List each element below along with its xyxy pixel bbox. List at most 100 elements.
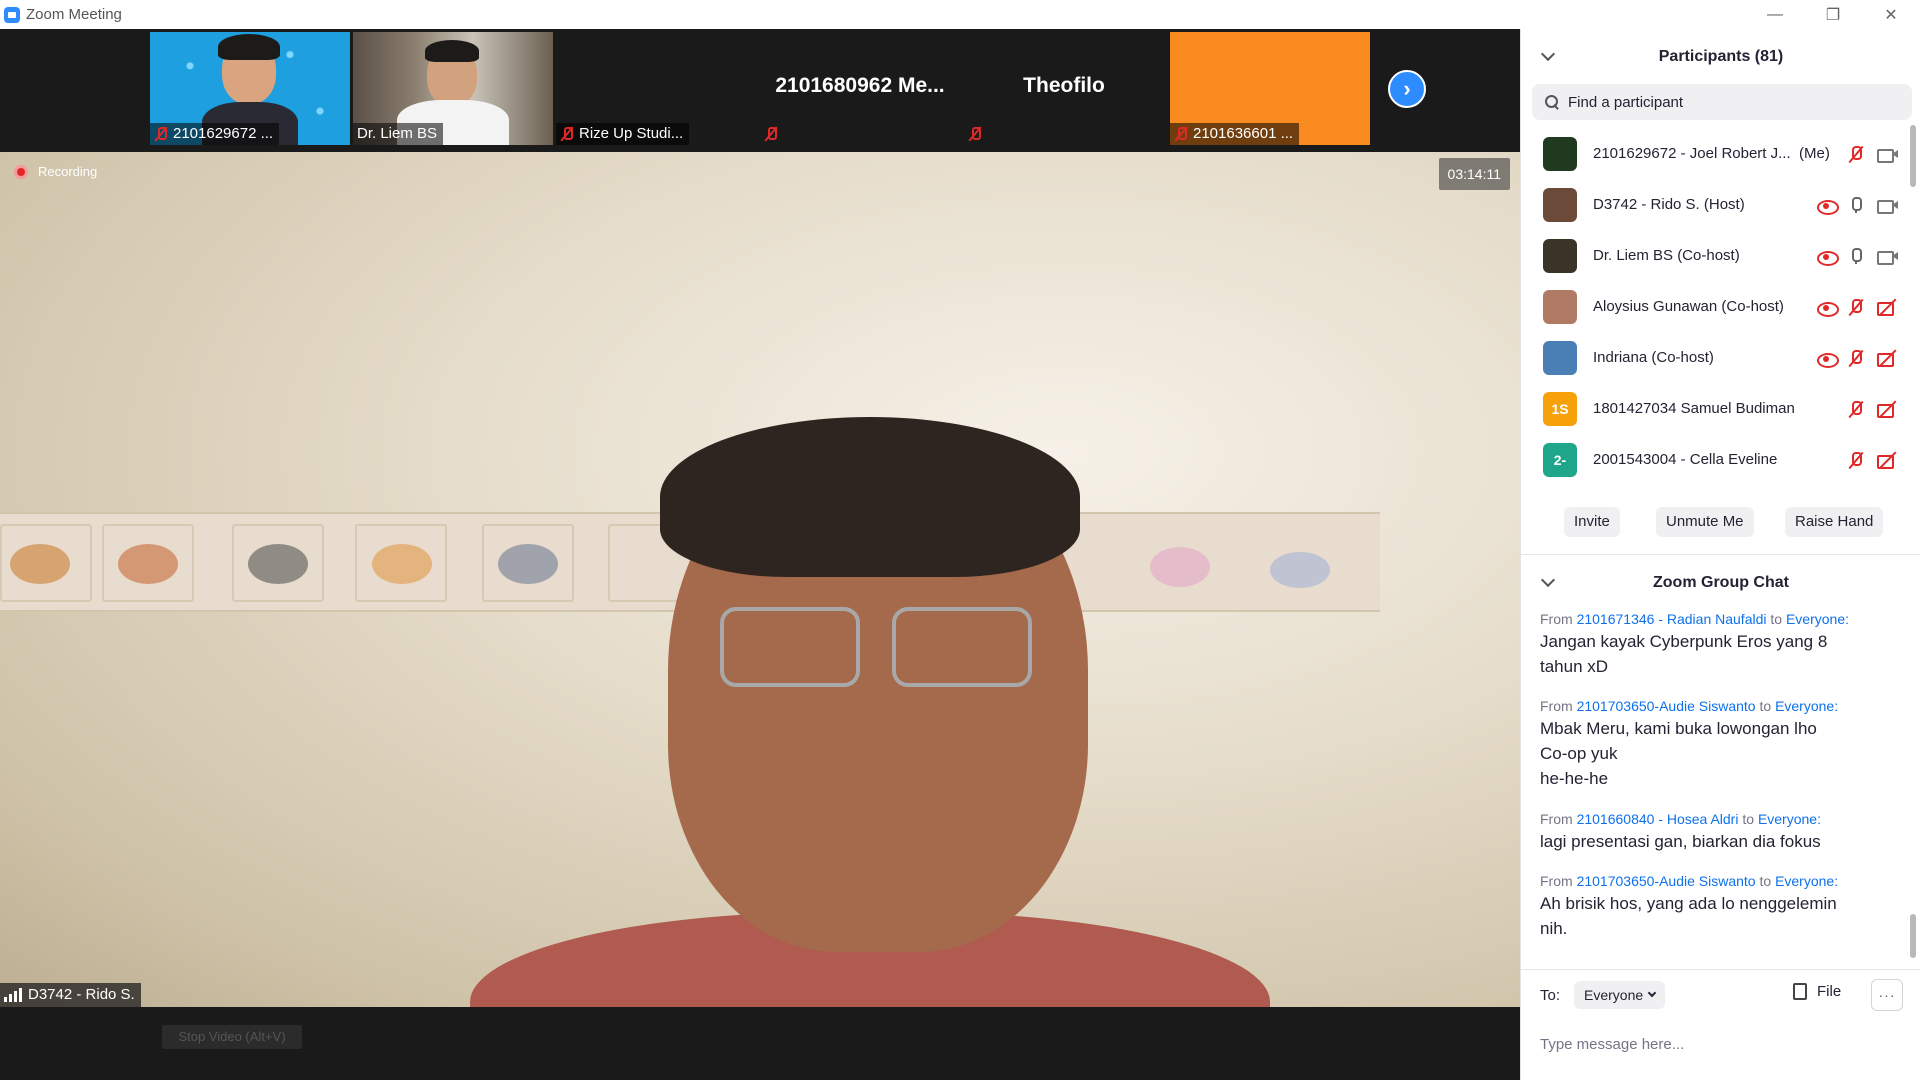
camera-icon[interactable] (1877, 145, 1899, 163)
tile-name-label: 2101629672 ... (150, 123, 280, 145)
participant-status-icons (1817, 247, 1899, 266)
zoom-app-icon (4, 6, 20, 23)
video-tile-joel[interactable]: 2101629672 ... (150, 32, 350, 145)
chat-message-text: lagi presentasi gan, biarkan dia fokus (1540, 832, 1821, 851)
mic-muted-icon (764, 126, 778, 142)
recording-dot-icon (14, 164, 28, 179)
participant-row[interactable]: 1S 1801427034 Samuel Budiman (1521, 384, 1911, 435)
mic-muted-icon[interactable] (1847, 298, 1865, 316)
chevron-right-icon: › (1403, 76, 1411, 101)
thumbnail-strip: 2101629672 ... Dr. Liem BS Rize Up Studi… (0, 29, 1520, 149)
camera-icon[interactable] (1877, 196, 1899, 214)
mic-icon[interactable] (1847, 196, 1865, 214)
chat-message-header: From 2101703650-Audie Siswanto to Everyo… (1540, 698, 1839, 714)
participant-name: D3742 - Rido S. (Host) (1593, 196, 1745, 213)
mic-muted-icon (968, 126, 982, 142)
chevron-down-icon[interactable] (1540, 46, 1556, 62)
speaker-name-label: D3742 - Rido S. (0, 983, 141, 1007)
search-icon (1544, 94, 1560, 110)
recording-icon (1817, 349, 1839, 368)
tile-display-name: Theofilo (1023, 74, 1105, 97)
sender-link[interactable]: 2101703650-Audie Siswanto (1577, 698, 1756, 714)
unmute-me-button[interactable]: Unmute Me (1656, 507, 1754, 537)
chat-message-header: From 2101671346 - Radian Naufaldi to Eve… (1540, 611, 1850, 627)
avatar (1543, 290, 1577, 324)
participant-row[interactable]: 2- 2001543004 - Cella Eveline (1521, 435, 1911, 486)
recording-icon (1817, 298, 1839, 317)
participant-name: Indriana (Co-host) (1593, 349, 1714, 366)
chat-messages: From 2101671346 - Radian Naufaldi to Eve… (1521, 599, 1911, 987)
wallpaper-sticker (1270, 552, 1330, 588)
participant-name: 2001543004 - Cella Eveline (1593, 451, 1778, 468)
restore-button[interactable]: ❐ (1804, 0, 1862, 29)
chat-scrollbar[interactable] (1910, 914, 1916, 958)
participant-row[interactable]: Dr. Liem BS (Co-host) (1521, 231, 1911, 282)
window-controls: — ❐ ✕ (1746, 0, 1920, 29)
participant-row[interactable]: Aloysius Gunawan (Co-host) (1521, 282, 1911, 333)
next-page-button[interactable]: › (1388, 70, 1426, 108)
video-tile-2101636601[interactable]: 2101636601 ... (1170, 32, 1370, 145)
mic-icon[interactable] (1847, 247, 1865, 265)
sender-link[interactable]: 2101703650-Audie Siswanto (1577, 873, 1756, 889)
participant-status-icons (1817, 196, 1899, 215)
participant-row[interactable]: 2101629672 - Joel Robert J... (Me) (1521, 129, 1911, 180)
chat-header[interactable]: Zoom Group Chat (1521, 565, 1920, 601)
participants-header[interactable]: Participants (81) (1521, 39, 1920, 75)
meeting-timer: 03:14:11 (1438, 158, 1510, 190)
camera-off-icon[interactable] (1877, 400, 1899, 418)
camera-off-icon[interactable] (1877, 451, 1899, 469)
chat-message-header: From 2101660840 - Hosea Aldri to Everyon… (1540, 811, 1821, 827)
mic-muted-icon (560, 126, 574, 142)
recipient-dropdown[interactable]: Everyone (1574, 981, 1666, 1009)
sender-link[interactable]: 2101671346 - Radian Naufaldi (1577, 611, 1767, 627)
mic-muted-icon[interactable] (1847, 145, 1865, 163)
file-button[interactable]: File (1793, 983, 1841, 1000)
participant-hair (218, 34, 280, 60)
invite-button[interactable]: Invite (1564, 507, 1620, 537)
video-tile-dr-liem[interactable]: Dr. Liem BS (353, 32, 553, 145)
participant-name: Aloysius Gunawan (Co-host) (1593, 298, 1784, 315)
toolbar-ghost-tooltip: Stop Video (Alt+V) (162, 1025, 302, 1049)
raise-hand-button[interactable]: Raise Hand (1785, 507, 1884, 537)
mic-muted-icon (1174, 126, 1188, 142)
participant-hair (425, 40, 479, 62)
video-tile-theofilo[interactable]: Theofilo (964, 32, 1164, 145)
participant-name: Dr. Liem BS (Co-host) (1593, 247, 1740, 264)
participant-search[interactable] (1532, 84, 1912, 120)
sender-link[interactable]: 2101660840 - Hosea Aldri (1577, 811, 1739, 827)
chat-message-header: From 2101703650-Audie Siswanto to Everyo… (1540, 873, 1839, 889)
meeting-toolbar: Stop Video (Alt+V) (0, 1007, 1520, 1080)
wallpaper-sticker (498, 544, 558, 584)
participant-search-input[interactable] (1568, 93, 1888, 111)
chevron-down-icon[interactable] (1540, 572, 1556, 588)
recording-indicator[interactable]: Recording (14, 164, 97, 179)
wallpaper-sticker (1150, 547, 1210, 587)
camera-icon[interactable] (1877, 247, 1899, 265)
chat-message-input[interactable] (1540, 1032, 1900, 1056)
more-options-button[interactable]: ··· (1871, 979, 1903, 1011)
meeting-area: 2101629672 ... Dr. Liem BS Rize Up Studi… (0, 29, 1520, 1080)
participants-list: 2101629672 - Joel Robert J... (Me) D3742… (1521, 129, 1911, 511)
avatar (1543, 341, 1577, 375)
participant-status-icons (1847, 451, 1899, 469)
participant-status-icons (1847, 400, 1899, 418)
video-tile-rize-up[interactable]: Rize Up Studi... (556, 32, 756, 145)
mic-muted-icon[interactable] (1847, 451, 1865, 469)
close-button[interactable]: ✕ (1862, 0, 1920, 29)
participant-row[interactable]: D3742 - Rido S. (Host) (1521, 180, 1911, 231)
participants-scrollbar[interactable] (1910, 125, 1916, 187)
minimize-button[interactable]: — (1746, 0, 1804, 29)
camera-off-icon[interactable] (1877, 298, 1899, 316)
wallpaper-sticker (248, 544, 308, 584)
chat-message: From 2101660840 - Hosea Aldri to Everyon… (1540, 809, 1890, 854)
mic-muted-icon (154, 126, 168, 142)
chat-message: From 2101703650-Audie Siswanto to Everyo… (1540, 871, 1890, 941)
window-title: Zoom Meeting (26, 6, 122, 23)
mic-muted-icon[interactable] (1847, 349, 1865, 367)
wallpaper-sticker (10, 544, 70, 584)
video-tile-2101680962[interactable]: 2101680962 Me... (760, 32, 960, 145)
participant-row[interactable]: Indriana (Co-host) (1521, 333, 1911, 384)
camera-off-icon[interactable] (1877, 349, 1899, 367)
active-speaker-video: Recording 03:14:11 D3742 - Rido S. (0, 152, 1520, 1007)
mic-muted-icon[interactable] (1847, 400, 1865, 418)
